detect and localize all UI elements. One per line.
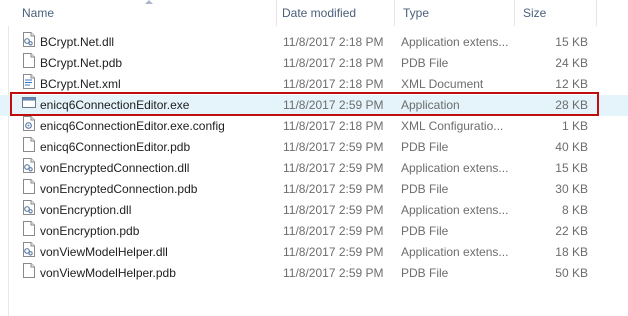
- file-name: vonViewModelHelper.dll: [40, 245, 168, 259]
- file-row[interactable]: BCrypt.Net.pdb 11/8/2017 2:18 PM PDB File 2…: [0, 53, 628, 74]
- file-date-modified: 11/8/2017 2:18 PM: [283, 56, 384, 70]
- column-header-size[interactable]: Size: [523, 0, 546, 26]
- file-date-modified: 11/8/2017 2:59 PM: [283, 224, 384, 238]
- dll-icon: [22, 32, 36, 53]
- file-date-modified: 11/8/2017 2:59 PM: [283, 140, 384, 154]
- column-divider[interactable]: [596, 0, 597, 26]
- file-type: Application extens...: [401, 245, 509, 259]
- file-size: 22 KB: [555, 224, 588, 238]
- column-divider[interactable]: [514, 0, 515, 26]
- file-type: Application extens...: [401, 203, 509, 217]
- file-name: BCrypt.Net.dll: [40, 35, 115, 49]
- file-row[interactable]: enicq6ConnectionEditor.pdb 11/8/2017 2:59…: [0, 137, 628, 158]
- file-type: PDB File: [401, 224, 449, 238]
- file-name: vonEncryptedConnection.pdb: [40, 182, 198, 196]
- config-icon: [22, 116, 36, 137]
- file-size: 28 KB: [555, 98, 588, 112]
- file-row[interactable]: BCrypt.Net.xml 11/8/2017 2:18 PM XML Docum…: [0, 74, 628, 95]
- file-row[interactable]: vonEncryption.dll 11/8/2017 2:59 PM Applic…: [0, 200, 628, 221]
- file-type: XML Configuratio...: [401, 119, 504, 133]
- column-divider[interactable]: [276, 0, 277, 26]
- xml-icon: [22, 74, 36, 95]
- column-header: Name Date modified Type Size: [0, 0, 628, 26]
- file-type: Application extens...: [401, 161, 509, 175]
- column-divider[interactable]: [394, 0, 395, 26]
- file-size: 50 KB: [555, 266, 588, 280]
- file-size: 40 KB: [555, 140, 588, 154]
- file-icon: [22, 221, 36, 242]
- file-row[interactable]: vonEncryptedConnection.pdb 11/8/2017 2:59…: [0, 179, 628, 200]
- file-size: 15 KB: [555, 35, 588, 49]
- file-row[interactable]: enicq6ConnectionEditor.exe 11/8/2017 2:59…: [0, 95, 628, 116]
- file-size: 15 KB: [555, 161, 588, 175]
- sort-ascending-icon[interactable]: [145, 0, 153, 4]
- file-size: 30 KB: [555, 182, 588, 196]
- file-name: vonEncryption.dll: [40, 203, 132, 217]
- file-date-modified: 11/8/2017 2:59 PM: [283, 245, 384, 259]
- column-header-date[interactable]: Date modified: [282, 0, 356, 26]
- file-icon: [22, 263, 36, 284]
- dll-icon: [22, 158, 36, 179]
- file-date-modified: 11/8/2017 2:18 PM: [283, 35, 384, 49]
- file-icon: [22, 53, 36, 74]
- file-size: 24 KB: [555, 56, 588, 70]
- file-date-modified: 11/8/2017 2:18 PM: [283, 119, 384, 133]
- file-date-modified: 11/8/2017 2:59 PM: [283, 98, 384, 112]
- file-size: 18 KB: [555, 245, 588, 259]
- column-header-name[interactable]: Name: [22, 0, 54, 26]
- file-type: XML Document: [401, 77, 484, 91]
- file-date-modified: 11/8/2017 2:59 PM: [283, 161, 384, 175]
- file-type: PDB File: [401, 56, 449, 70]
- file-row[interactable]: vonViewModelHelper.pdb 11/8/2017 2:59 PM P…: [0, 263, 628, 284]
- file-row[interactable]: enicq6ConnectionEditor.exe.config 11/8/20…: [0, 116, 628, 137]
- file-type: Application: [401, 98, 460, 112]
- file-name: BCrypt.Net.xml: [40, 77, 121, 91]
- dll-icon: [22, 242, 36, 263]
- file-date-modified: 11/8/2017 2:59 PM: [283, 266, 384, 280]
- file-size: 12 KB: [555, 77, 588, 91]
- file-date-modified: 11/8/2017 2:59 PM: [283, 203, 384, 217]
- file-type: Application extens...: [401, 35, 509, 49]
- file-type: PDB File: [401, 140, 449, 154]
- file-row[interactable]: vonViewModelHelper.dll 11/8/2017 2:59 PM A…: [0, 242, 628, 263]
- file-name: BCrypt.Net.pdb: [40, 56, 123, 70]
- file-date-modified: 11/8/2017 2:18 PM: [283, 77, 384, 91]
- file-size: 8 KB: [561, 203, 588, 217]
- file-name: vonEncryption.pdb: [40, 224, 140, 238]
- dll-icon: [22, 200, 36, 221]
- file-type: PDB File: [401, 266, 449, 280]
- file-date-modified: 11/8/2017 2:59 PM: [283, 182, 384, 196]
- column-header-type[interactable]: Type: [403, 0, 429, 26]
- file-size: 1 KB: [561, 119, 588, 133]
- file-icon: [22, 137, 36, 158]
- file-name: vonEncryptedConnection.dll: [40, 161, 190, 175]
- file-row[interactable]: vonEncryptedConnection.dll 11/8/2017 2:59…: [0, 158, 628, 179]
- file-row[interactable]: vonEncryption.pdb 11/8/2017 2:59 PM PDB Fi…: [0, 221, 628, 242]
- file-name: enicq6ConnectionEditor.pdb: [40, 140, 191, 154]
- file-row[interactable]: BCrypt.Net.dll 11/8/2017 2:18 PM Applicati…: [0, 32, 628, 53]
- file-name: enicq6ConnectionEditor.exe.config: [40, 119, 225, 133]
- exe-icon: [22, 95, 36, 116]
- file-name: vonViewModelHelper.pdb: [40, 266, 176, 280]
- file-type: PDB File: [401, 182, 449, 196]
- file-icon: [22, 179, 36, 200]
- file-name: enicq6ConnectionEditor.exe: [40, 98, 190, 112]
